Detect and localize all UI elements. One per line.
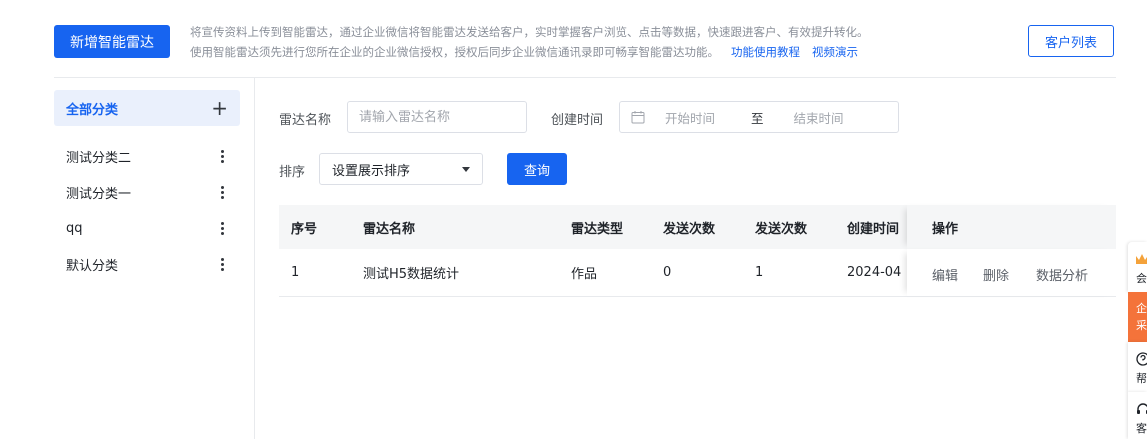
floating-toolbar: 会 企 采 帮 客 [1128, 242, 1147, 439]
category-all-label: 全部分类 [66, 102, 119, 118]
column-header-type: 雷达类型 [571, 221, 624, 237]
row-index: 1 [291, 265, 300, 280]
more-vertical-icon[interactable] [217, 148, 228, 165]
query-button[interactable]: 查询 [507, 153, 567, 185]
description-line-1: 将宣传资料上传到智能雷达，通过企业微信将智能雷达发送给客户，实时掌握客户浏览、点… [190, 25, 869, 39]
calendar-icon [631, 111, 645, 124]
column-header-created: 创建时间 [847, 221, 900, 237]
column-header-send-count: 发送次数 [663, 221, 716, 237]
headset-icon [1137, 403, 1147, 414]
data-analysis-link[interactable]: 数据分析 [1036, 265, 1088, 284]
category-list: 测试分类二 测试分类一 qq 默认分类 [54, 138, 240, 282]
edit-link[interactable]: 编辑 [932, 265, 958, 284]
category-item[interactable]: 测试分类一 [54, 174, 240, 210]
end-date-placeholder[interactable]: 结束时间 [794, 108, 844, 127]
description: 将宣传资料上传到智能雷达，通过企业微信将智能雷达发送给客户，实时掌握客户浏览、点… [190, 22, 869, 62]
column-header-name: 雷达名称 [363, 221, 416, 237]
float-item-member[interactable]: 会 [1128, 242, 1147, 292]
created-time-label: 创建时间 [551, 113, 604, 128]
radar-table: 序号 雷达名称 雷达类型 发送次数 发送次数 创建时间 操作 1 测试H5数据统… [279, 205, 1116, 297]
category-item-label: qq [66, 220, 83, 236]
float-item-enterprise[interactable]: 企 采 [1128, 292, 1147, 342]
radar-name-input[interactable] [347, 101, 527, 133]
date-range-picker[interactable]: 开始时间 至 结束时间 [619, 101, 899, 133]
range-separator: 至 [751, 110, 764, 126]
add-category-icon[interactable]: + [211, 98, 228, 118]
sort-select[interactable]: 设置展示排序 [319, 153, 483, 185]
column-header-send-count-2: 发送次数 [755, 221, 808, 237]
table-header: 序号 雷达名称 雷达类型 发送次数 发送次数 创建时间 操作 [279, 205, 1116, 249]
float-item-help[interactable]: 帮 [1128, 342, 1147, 392]
category-item[interactable]: 测试分类二 [54, 138, 240, 174]
caret-down-icon [462, 166, 470, 172]
category-item-label: 默认分类 [66, 258, 119, 274]
customer-list-button[interactable]: 客户列表 [1028, 25, 1114, 57]
start-date-placeholder[interactable]: 开始时间 [665, 108, 735, 127]
row-name: 测试H5数据统计 [363, 267, 460, 282]
float-item-text: 企 [1136, 302, 1147, 315]
row-type: 作品 [571, 267, 598, 282]
crown-icon [1136, 254, 1147, 264]
delete-link[interactable]: 删除 [983, 265, 1009, 284]
category-item-label: 测试分类二 [66, 150, 132, 166]
float-item-text: 客 [1136, 422, 1147, 435]
sort-select-value: 设置展示排序 [332, 163, 411, 179]
more-vertical-icon[interactable] [217, 184, 228, 201]
category-all[interactable]: 全部分类 + [54, 90, 240, 126]
float-item-text-2: 采 [1136, 319, 1147, 332]
category-sidebar: 全部分类 + 测试分类二 测试分类一 qq 默认分类 [54, 78, 255, 439]
category-item-label: 测试分类一 [66, 186, 132, 202]
float-item-text: 帮 [1136, 372, 1147, 385]
fixed-ops-column-header: 操作 [907, 205, 1116, 249]
float-item-service[interactable]: 客 [1128, 392, 1147, 439]
category-item[interactable]: qq [54, 210, 240, 246]
radar-name-label: 雷达名称 [279, 113, 332, 128]
column-header-ops: 操作 [932, 222, 959, 237]
table-row: 1 测试H5数据统计 作品 0 1 2024-04 编辑 删除 数据分析 [279, 249, 1116, 297]
video-demo-link[interactable]: 视频演示 [812, 45, 858, 59]
help-icon [1136, 352, 1147, 366]
row-send-count: 0 [663, 265, 672, 280]
more-vertical-icon[interactable] [217, 256, 228, 273]
row-send-count-2: 1 [755, 265, 764, 280]
fixed-ops-column: 编辑 删除 数据分析 [907, 249, 1116, 296]
add-radar-button[interactable]: 新增智能雷达 [54, 25, 170, 58]
category-item[interactable]: 默认分类 [54, 246, 240, 282]
tutorial-link[interactable]: 功能使用教程 [731, 45, 800, 59]
sort-label: 排序 [279, 165, 306, 180]
description-line-2: 使用智能雷达须先进行您所在企业的企业微信授权，授权后同步企业微信通讯录即可畅享智… [190, 45, 719, 59]
more-vertical-icon[interactable] [217, 220, 228, 237]
column-header-index: 序号 [291, 221, 318, 237]
float-item-text: 会 [1136, 272, 1147, 285]
row-created-time: 2024-04 [847, 265, 902, 280]
